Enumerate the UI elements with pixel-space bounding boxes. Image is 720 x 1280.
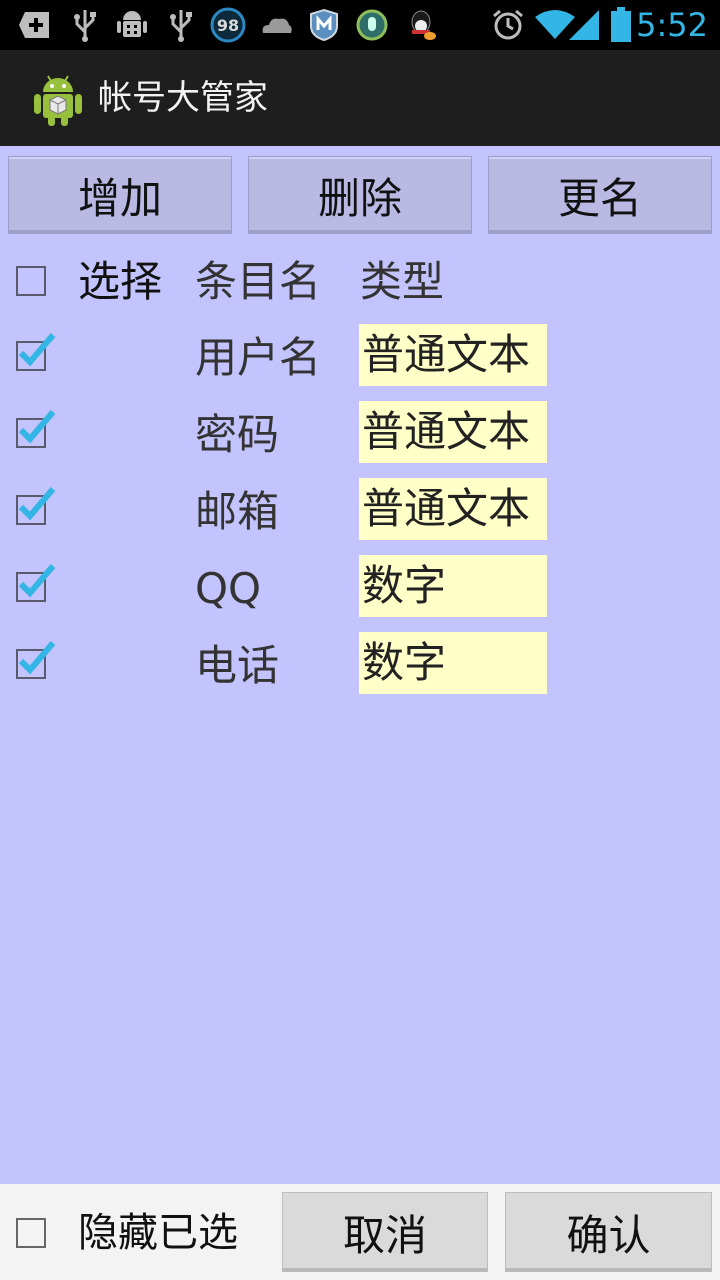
header-select-label: 选择 [78, 257, 163, 306]
usb-icon [166, 8, 196, 42]
status-badge-number: 98 [216, 15, 240, 35]
checkmark-icon [18, 333, 56, 367]
status-time: 5:52 [636, 6, 708, 44]
qq-penguin-icon [404, 8, 440, 42]
add-box-icon [18, 8, 54, 42]
cancel-button[interactable]: 取消 [282, 1192, 488, 1272]
android-debug-icon [114, 8, 150, 42]
checkmark-icon [18, 410, 56, 444]
delete-button[interactable]: 删除 [248, 156, 472, 234]
battery-icon [608, 7, 634, 42]
bottom-bar: 隐藏已选 取消 确认 [0, 1184, 720, 1280]
item-checkbox[interactable] [16, 564, 56, 602]
item-name: 密码 [195, 410, 280, 459]
cloud-icon [258, 8, 294, 42]
item-type-field[interactable]: 普通文本 [359, 478, 547, 540]
alarm-icon [490, 8, 526, 42]
circle-98-icon: 98 [208, 7, 248, 43]
usb-icon [70, 8, 100, 42]
item-type-field[interactable]: 数字 [359, 555, 547, 617]
item-type-field[interactable]: 普通文本 [359, 401, 547, 463]
item-checkbox[interactable] [16, 487, 56, 525]
hide-selected-checkbox[interactable] [16, 1218, 46, 1248]
status-bar: 98 5:52 [0, 0, 720, 50]
item-checkbox[interactable] [16, 410, 56, 448]
confirm-button[interactable]: 确认 [505, 1192, 712, 1272]
action-bar: 帐号大管家 [0, 50, 720, 146]
hide-selected-label: 隐藏已选 [78, 1210, 238, 1256]
checkmark-icon [18, 641, 56, 675]
item-name: 用户名 [195, 333, 322, 382]
item-checkbox[interactable] [16, 641, 56, 679]
item-name: 电话 [195, 641, 280, 690]
android-logo-icon [30, 70, 86, 128]
item-type-field[interactable]: 普通文本 [359, 324, 547, 386]
item-checkbox[interactable] [16, 333, 56, 371]
app-title: 帐号大管家 [98, 78, 268, 118]
rename-button[interactable]: 更名 [488, 156, 712, 234]
circle-app-icon [354, 8, 390, 42]
header-name-label: 条目名 [195, 257, 322, 306]
select-all-checkbox[interactable] [16, 266, 46, 296]
shield-m-icon [306, 8, 342, 42]
checkmark-icon [18, 564, 56, 598]
item-name: QQ [195, 564, 262, 613]
header-type-label: 类型 [360, 257, 445, 306]
item-type-field[interactable]: 数字 [359, 632, 547, 694]
signal-icon [566, 8, 602, 42]
add-button[interactable]: 增加 [8, 156, 232, 234]
item-name: 邮箱 [195, 487, 280, 536]
checkmark-icon [18, 487, 56, 521]
